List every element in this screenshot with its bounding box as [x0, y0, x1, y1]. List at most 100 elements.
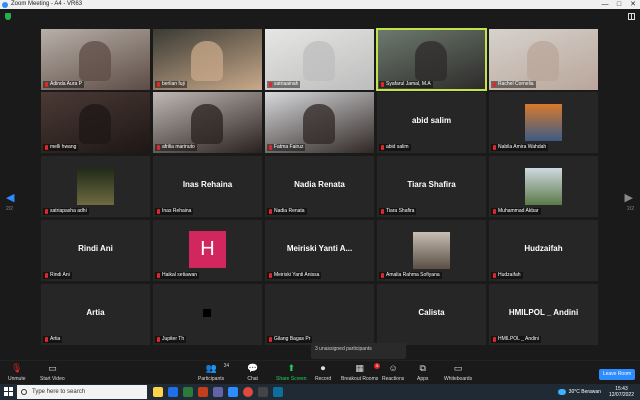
excel-icon[interactable] — [183, 387, 193, 397]
participant-tile[interactable]: Rindi Ani Rindi Ani — [41, 220, 150, 281]
participant-name-label: Amalia Rahma Sofiyana — [379, 272, 442, 279]
participant-name: abid salim — [386, 144, 409, 150]
gallery-view-icon[interactable] — [628, 13, 635, 20]
close-button[interactable]: ✕ — [626, 0, 640, 9]
muted-mic-icon — [269, 145, 272, 150]
video-camera-off-icon: ▭ — [48, 363, 57, 373]
participant-tile[interactable]: HMILPOL _ Andini HMILPOL _ Andini — [489, 284, 598, 345]
participant-video-feed — [303, 41, 335, 81]
participant-name-label: Rindi Ani — [43, 272, 72, 279]
participant-tile[interactable]: satriaainah — [265, 29, 374, 90]
participant-name-label: Hudzaifah — [491, 272, 523, 279]
app-icon[interactable] — [258, 387, 268, 397]
participant-tile[interactable]: Adinda Aura P — [41, 29, 150, 90]
muted-mic-icon — [381, 209, 384, 214]
participant-name-label: Nabila Amira Wahdah — [491, 144, 549, 151]
unassigned-participants-toast[interactable]: 3 unassigned participants — [311, 343, 406, 359]
teams-icon[interactable] — [213, 387, 223, 397]
edge-icon[interactable] — [273, 387, 283, 397]
taskbar-search-box[interactable]: Type here to search — [17, 385, 147, 399]
muted-mic-icon — [45, 82, 48, 87]
minimize-button[interactable]: — — [598, 0, 612, 9]
participant-name-label: Tiara Shafira — [379, 208, 417, 215]
reactions-button[interactable]: ☺ Reactions — [382, 363, 404, 382]
participant-name-label: berlian fuji — [155, 81, 187, 88]
participants-count: 34 — [223, 363, 230, 369]
windows-start-icon[interactable] — [4, 387, 13, 396]
muted-mic-icon — [157, 209, 160, 214]
muted-mic-icon — [269, 209, 272, 214]
taskbar-clock[interactable]: 15:43 12/07/2022 — [609, 386, 634, 398]
participant-initial-avatar: H — [189, 231, 226, 268]
participant-tile[interactable]: Jupiter Th — [153, 284, 262, 345]
participant-display-name: Hudzaifah — [524, 244, 563, 253]
previous-page-arrow-icon[interactable]: ◀ — [6, 191, 14, 204]
muted-mic-icon — [493, 337, 496, 342]
participant-tile[interactable]: Fatma Fairuz — [265, 92, 374, 153]
muted-mic-icon — [269, 82, 272, 87]
powerpoint-icon[interactable] — [198, 387, 208, 397]
muted-mic-icon — [157, 145, 160, 150]
muted-mic-icon — [45, 145, 48, 150]
apps-button[interactable]: ⧉ Apps — [417, 363, 428, 382]
start-video-button[interactable]: ▭ Start Video — [40, 363, 65, 382]
participant-video-feed — [303, 104, 335, 144]
participant-name-label: Syafarul Jamal, M.A — [379, 81, 433, 88]
participant-tile[interactable]: Nadia Renata Nadia Renata — [265, 156, 374, 217]
participant-name-label: Artia — [43, 336, 63, 343]
muted-mic-icon — [45, 209, 48, 214]
participant-tile[interactable]: Tiara Shafira Tiara Shafira — [377, 156, 486, 217]
participant-video-feed — [415, 41, 447, 81]
breakout-rooms-badge: 5 — [374, 363, 381, 369]
participant-name: Haikal setiawan — [162, 272, 198, 278]
participant-name: Gilang Bagas Pr — [274, 336, 311, 342]
participants-button[interactable]: 👥 34 Participants — [198, 363, 229, 382]
record-icon: ⏺ — [320, 363, 326, 373]
participant-tile[interactable]: berlian fuji — [153, 29, 262, 90]
participant-name-label: Inas Rehaina — [155, 208, 194, 215]
record-button[interactable]: ⏺ Record — [315, 363, 331, 382]
weather-text[interactable]: 30°C Berawan — [569, 389, 601, 395]
participant-name-label: Meiriski Yanti Anissa — [267, 272, 322, 279]
participant-name: Adinda Aura P — [50, 81, 82, 87]
breakout-rooms-button[interactable]: ▦ 5 Breakout Rooms — [341, 363, 381, 382]
participant-tile[interactable]: afrilia marinuto — [153, 92, 262, 153]
security-shield-icon[interactable] — [5, 13, 11, 20]
next-page-arrow-icon[interactable]: ▶ — [625, 191, 633, 204]
chrome-icon[interactable] — [243, 387, 253, 397]
participants-icon: 👥 — [205, 363, 217, 373]
file-explorer-icon[interactable] — [153, 387, 163, 397]
participant-name-label: Nadia Renata — [267, 208, 307, 215]
whiteboards-button[interactable]: ▭ Whiteboards — [444, 363, 472, 382]
participant-video-feed — [79, 41, 111, 81]
participant-tile[interactable]: Artia Artia — [41, 284, 150, 345]
participant-tile[interactable]: Inas Rehaina Inas Rehaina — [153, 156, 262, 217]
participant-tile[interactable]: Amalia Rahma Sofiyana — [377, 220, 486, 281]
maximize-button[interactable]: □ — [612, 0, 626, 9]
participant-name-label: Gilang Bagas Pr — [267, 336, 313, 343]
participant-tile[interactable]: satriapasha adhi — [41, 156, 150, 217]
participant-tile[interactable]: Syafarul Jamal, M.A — [376, 28, 487, 91]
zoom-taskbar-icon[interactable] — [228, 387, 238, 397]
participant-tile[interactable]: Muhammad Akbar — [489, 156, 598, 217]
participant-tile[interactable]: H Haikal setiawan — [153, 220, 262, 281]
leave-room-button[interactable]: Leave Room — [599, 369, 635, 380]
participant-tile[interactable]: Calista — [377, 284, 486, 345]
participant-name: Jupiter Th — [162, 336, 185, 342]
participant-tile[interactable]: melli hwang — [41, 92, 150, 153]
unmute-button[interactable]: 🎙 Unmute — [8, 363, 26, 382]
system-tray: 30°C Berawan 15:43 12/07/2022 — [557, 384, 640, 400]
participant-tile[interactable]: Gilang Bagas Pr — [265, 284, 374, 345]
share-screen-icon: ⬆ — [287, 363, 296, 373]
participant-tile[interactable]: Meiriski Yanti A... Meiriski Yanti Anissa — [265, 220, 374, 281]
muted-mic-icon — [269, 337, 272, 342]
chat-button[interactable]: 💬 Chat — [247, 363, 258, 382]
word-icon[interactable] — [168, 387, 178, 397]
participant-name-label: abid salim — [379, 144, 411, 151]
participant-tile[interactable]: Hudzaifah Hudzaifah — [489, 220, 598, 281]
participant-tile[interactable]: Rachel Cornelia — [489, 29, 598, 90]
page-indicator-left: 2/2 — [6, 206, 13, 212]
share-screen-button[interactable]: ⬆ Share Screen — [276, 363, 307, 382]
participant-tile[interactable]: abid salim abid salim — [377, 92, 486, 153]
participant-tile[interactable]: Nabila Amira Wahdah — [489, 92, 598, 153]
